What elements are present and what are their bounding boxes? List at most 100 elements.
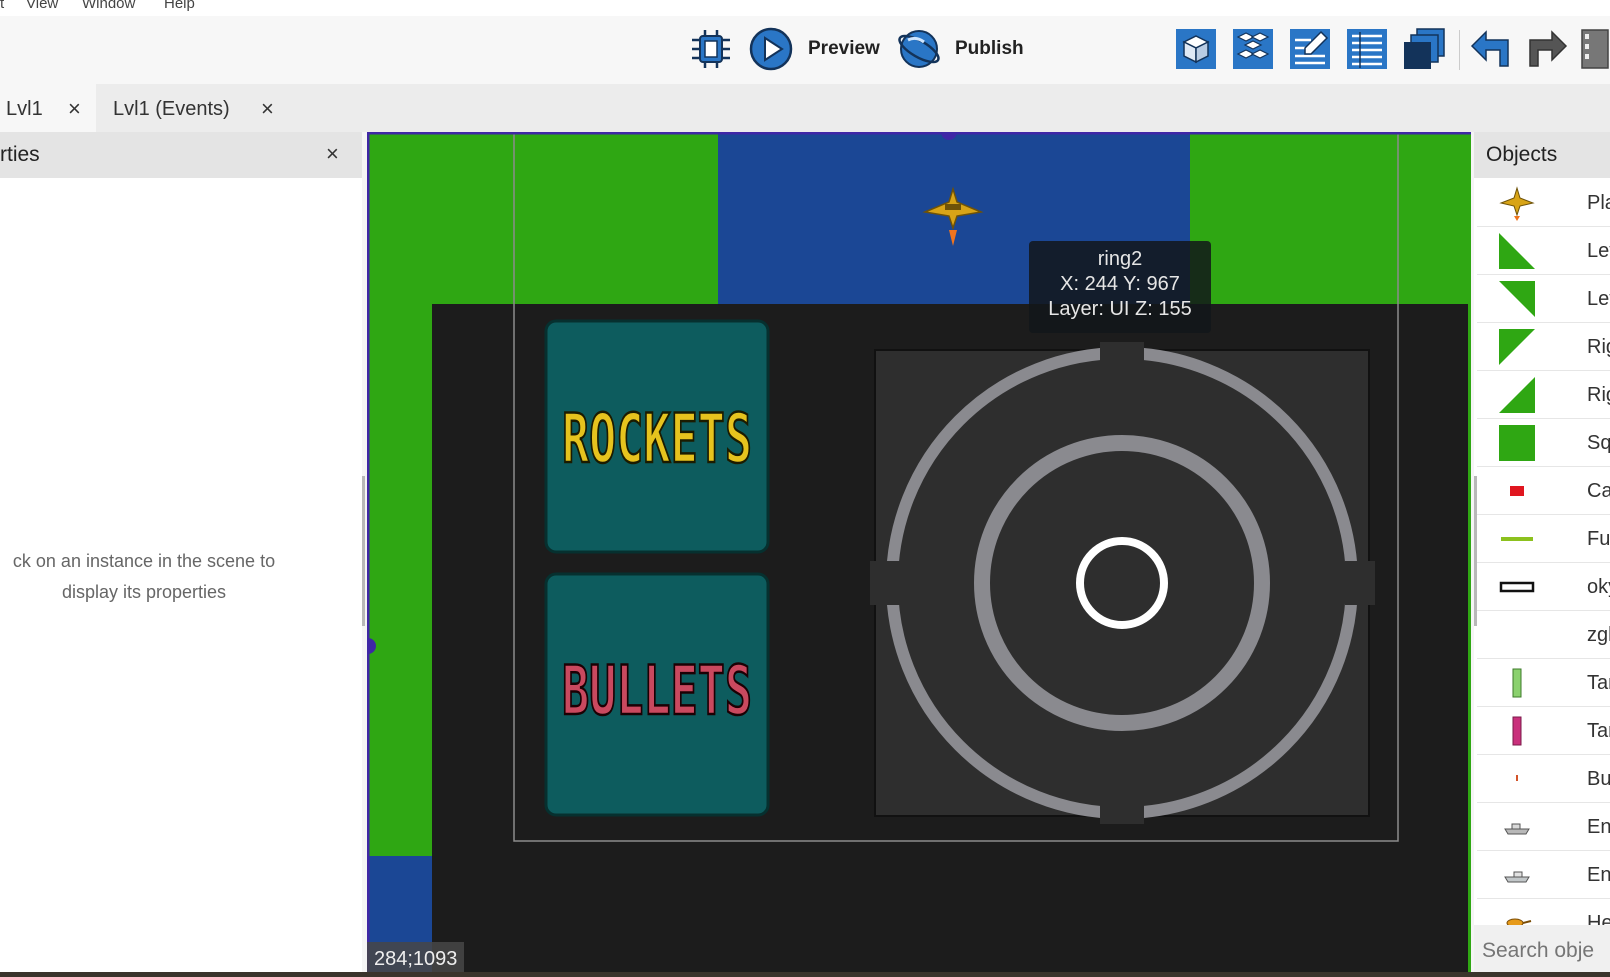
empty-message-line: display its properties bbox=[61, 582, 227, 602]
blank-icon bbox=[1499, 617, 1535, 653]
object-item[interactable]: Bu bbox=[1477, 755, 1610, 803]
close-icon[interactable]: × bbox=[68, 96, 81, 122]
layers-icon[interactable] bbox=[1401, 26, 1447, 72]
object-label: Tar bbox=[1587, 720, 1610, 742]
tab-label: Lvl1 bbox=[6, 98, 43, 120]
instance-tooltip: ring2 X: 244 Y: 967 Layer: UI Z: 155 bbox=[1029, 241, 1211, 333]
object-search-bar bbox=[1474, 925, 1610, 977]
object-label: zgl bbox=[1587, 624, 1610, 646]
scene-graphics: ROCKETS BULLETS bbox=[367, 132, 1471, 977]
properties-panel: rties × ck on an instance in the scene t… bbox=[0, 132, 365, 977]
tab-lvl1[interactable]: Lvl1 × bbox=[0, 84, 96, 132]
publish-button[interactable]: Publish bbox=[955, 38, 1024, 60]
object-item[interactable]: zgl bbox=[1477, 611, 1610, 659]
objects-panel: Objects Pla Let Let Rig Rig Sq Ca Fue ok… bbox=[1474, 132, 1610, 977]
object-label: oky bbox=[1587, 576, 1610, 598]
red-small-rect-icon bbox=[1510, 486, 1524, 496]
object-item[interactable]: Pla bbox=[1477, 179, 1610, 227]
menu-item-edit[interactable]: t bbox=[0, 0, 4, 12]
properties-title: rties bbox=[0, 143, 40, 166]
rockets-button[interactable]: ROCKETS bbox=[544, 319, 770, 554]
object-item[interactable]: Ca bbox=[1477, 467, 1610, 515]
redo-icon[interactable] bbox=[1524, 26, 1570, 72]
object-label: Ene bbox=[1587, 816, 1610, 838]
add-object-cube-icon[interactable] bbox=[1173, 26, 1219, 72]
toolbar: Preview Publish bbox=[0, 16, 1610, 84]
object-groups-icon[interactable] bbox=[1230, 26, 1276, 72]
object-label: Ca bbox=[1587, 480, 1610, 502]
object-label: Fue bbox=[1587, 528, 1610, 550]
objects-title: Objects bbox=[1486, 143, 1558, 166]
close-icon[interactable]: × bbox=[261, 96, 274, 122]
left-slope-down-icon bbox=[1499, 281, 1535, 317]
object-item[interactable]: Rig bbox=[1477, 371, 1610, 419]
right-slope-down-icon bbox=[1499, 329, 1535, 365]
object-label: Rig bbox=[1587, 384, 1610, 406]
tab-bar: Lvl1 × Lvl1 (Events) × bbox=[0, 84, 1610, 132]
debugger-icon[interactable] bbox=[688, 26, 734, 72]
panel-resize-handle[interactable] bbox=[362, 476, 365, 626]
object-item[interactable]: oky bbox=[1477, 563, 1610, 611]
object-label: Tar bbox=[1587, 672, 1610, 694]
scene-canvas[interactable]: ROCKETS BULLETS ring2 X: 244 Y: 967 Laye… bbox=[367, 132, 1471, 977]
object-item[interactable]: Let bbox=[1477, 275, 1610, 323]
object-label: He bbox=[1587, 912, 1610, 926]
object-item[interactable]: He bbox=[1477, 899, 1610, 926]
bullet-icon bbox=[1516, 775, 1518, 781]
object-item[interactable]: Fue bbox=[1477, 515, 1610, 563]
object-item[interactable]: Ene bbox=[1477, 851, 1610, 899]
enemy-ship-2-icon bbox=[1504, 871, 1530, 883]
left-slope-up-icon bbox=[1499, 233, 1535, 269]
instances-list-icon[interactable] bbox=[1344, 26, 1390, 72]
object-label: Ene bbox=[1587, 864, 1610, 886]
tooltip-position: X: 244 Y: 967 bbox=[1060, 273, 1180, 295]
object-item[interactable]: Rig bbox=[1477, 323, 1610, 371]
menu-item-help[interactable]: Help bbox=[164, 0, 195, 12]
green-line-icon bbox=[1501, 537, 1533, 541]
plane-icon bbox=[1499, 186, 1535, 221]
rockets-label: ROCKETS bbox=[562, 400, 752, 479]
enemy-ship-icon bbox=[1504, 823, 1530, 835]
publish-globe-icon[interactable] bbox=[896, 26, 942, 72]
film-strip-icon[interactable] bbox=[1580, 26, 1610, 72]
menu-bar: t View Window Help bbox=[0, 0, 1610, 16]
object-item[interactable]: Let bbox=[1477, 227, 1610, 275]
preview-play-icon[interactable] bbox=[748, 26, 794, 72]
helicopter-icon bbox=[1506, 918, 1532, 925]
menu-item-window[interactable]: Window bbox=[82, 0, 135, 12]
properties-empty-message: ck on an instance in the scene to displa… bbox=[0, 546, 288, 608]
object-label: Rig bbox=[1587, 336, 1610, 358]
green-bar-icon bbox=[1512, 668, 1522, 698]
menu-item-view[interactable]: View bbox=[26, 0, 58, 12]
objects-header: Objects bbox=[1474, 132, 1610, 178]
tooltip-name: ring2 bbox=[1097, 248, 1143, 270]
preview-button[interactable]: Preview bbox=[808, 38, 880, 60]
empty-message-line: ck on an instance in the scene to bbox=[12, 551, 276, 571]
outlined-bar-icon bbox=[1499, 581, 1535, 593]
pink-bar-icon bbox=[1512, 716, 1522, 746]
tab-label: Lvl1 (Events) bbox=[113, 98, 230, 120]
object-search-input[interactable] bbox=[1480, 935, 1610, 967]
object-item[interactable]: Ene bbox=[1477, 803, 1610, 851]
properties-header: rties × bbox=[0, 132, 362, 178]
object-item[interactable]: Tar bbox=[1477, 659, 1610, 707]
right-slope-up-icon bbox=[1499, 377, 1535, 413]
green-square-icon bbox=[1499, 425, 1535, 461]
object-label: Sq bbox=[1587, 432, 1610, 454]
object-label: Bu bbox=[1587, 768, 1610, 790]
bullets-button[interactable]: BULLETS bbox=[544, 572, 770, 817]
undo-icon[interactable] bbox=[1468, 26, 1514, 72]
bullets-label: BULLETS bbox=[562, 652, 752, 731]
toolbar-separator bbox=[1459, 30, 1460, 70]
object-item[interactable]: Sq bbox=[1477, 419, 1610, 467]
properties-edit-icon[interactable] bbox=[1287, 26, 1333, 72]
tab-lvl1-events[interactable]: Lvl1 (Events) × bbox=[96, 84, 296, 132]
object-label: Let bbox=[1587, 240, 1610, 262]
close-icon[interactable]: × bbox=[326, 141, 339, 167]
tooltip-layer: Layer: UI Z: 155 bbox=[1048, 298, 1192, 320]
object-label: Let bbox=[1587, 288, 1610, 310]
joystick-area[interactable] bbox=[870, 342, 1375, 824]
object-item[interactable]: Tar bbox=[1477, 707, 1610, 755]
bottom-edge-strip bbox=[0, 972, 1610, 977]
object-label: Pla bbox=[1587, 192, 1610, 214]
